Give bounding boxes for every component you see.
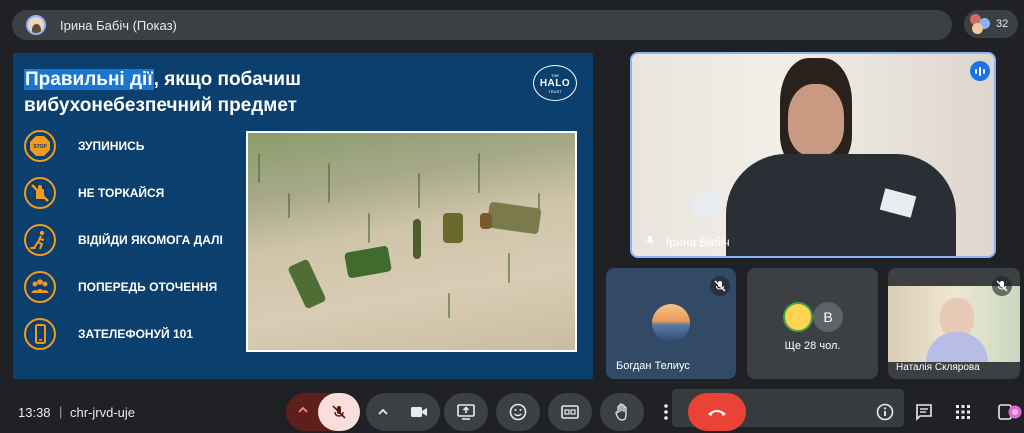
camera-icon <box>411 407 427 417</box>
speaker-body <box>726 154 956 256</box>
rule-item: ВІДІЙДИ ЯКОМОГА ДАЛІ <box>24 224 223 256</box>
meeting-info-button[interactable] <box>873 400 897 424</box>
rule-label: ЗАТЕЛЕФОНУЙ 101 <box>78 327 194 341</box>
meet-window: Ірина Бабіч (Показ) 32 Правильні дії, як… <box>0 0 1024 433</box>
participant-name: Наталія Склярова <box>896 362 980 373</box>
chevron-up-icon[interactable] <box>296 403 310 422</box>
participant-avatar <box>783 302 813 332</box>
slide-title-highlight: Правильні дії <box>24 69 154 90</box>
speaker-name: Ірина Бабіч <box>666 235 730 249</box>
mic-off-icon <box>710 276 730 296</box>
mic-control-group <box>286 393 360 431</box>
halo-trust-logo: THE HALO TRUST <box>533 65 577 101</box>
participant-name: Богдан Телиус <box>616 360 690 372</box>
participants-avatars-icon <box>970 14 992 34</box>
leave-call-button[interactable] <box>688 393 746 431</box>
rule-item: ПОПЕРЕДЬ ОТОЧЕННЯ <box>24 271 217 303</box>
participant-tile[interactable]: Наталія Склярова <box>888 268 1020 379</box>
participant-avatar <box>652 304 690 342</box>
mic-off-icon <box>992 276 1012 296</box>
activities-button[interactable] <box>951 400 975 424</box>
speaking-indicator-icon <box>970 61 990 81</box>
captions-button[interactable] <box>548 393 592 431</box>
more-participants-tile[interactable]: B Ще 28 чол. <box>747 268 878 379</box>
present-button[interactable] <box>444 393 488 431</box>
phone-icon <box>24 318 56 350</box>
brain-extension-icon <box>998 404 1022 420</box>
hang-up-icon <box>708 410 726 416</box>
presentation-slide: Правильні дії, якщо побачиш вибухонебезп… <box>13 53 593 379</box>
rule-label: ЗУПИНИСЬ <box>78 139 145 153</box>
ordnance-photo <box>246 131 577 352</box>
more-vert-icon <box>664 404 668 420</box>
emoji-icon <box>509 403 527 421</box>
presenter-title: Ірина Бабіч (Показ) <box>60 17 177 33</box>
svg-text:STOP: STOP <box>33 144 47 150</box>
rule-label: ПОПЕРЕДЬ ОТОЧЕННЯ <box>78 280 218 294</box>
people-icon <box>24 271 56 303</box>
clock: 13:38 <box>18 405 51 420</box>
rule-label: ВІДІЙДИ ЯКОМОГА ДАЛІ <box>78 233 223 247</box>
apps-grid-icon <box>956 405 970 419</box>
main-speaker-tile[interactable]: Ірина Бабіч <box>630 52 996 258</box>
participant-tile[interactable]: Богдан Телиус <box>606 268 736 379</box>
no-touch-icon <box>24 177 56 209</box>
meeting-code: chr-jrvd-uje <box>70 405 136 420</box>
participant-avatar-letter: B <box>813 302 843 332</box>
chat-button[interactable] <box>912 400 936 424</box>
walk-away-icon <box>24 224 56 256</box>
uk-flag-patch <box>689 189 723 221</box>
chevron-up-icon[interactable] <box>376 405 390 424</box>
mic-off-icon <box>332 405 346 419</box>
mic-toggle-button[interactable] <box>318 393 360 431</box>
host-controls-button[interactable] <box>996 400 1024 424</box>
slide-title-rest: , якщо побачиш <box>153 69 301 90</box>
camera-control-group <box>366 393 440 431</box>
rule-item: STOP ЗУПИНИСЬ <box>24 130 144 162</box>
hand-icon <box>615 403 627 421</box>
camera-toggle-button[interactable] <box>398 393 440 431</box>
chat-icon <box>916 404 932 421</box>
pin-icon[interactable] <box>644 235 656 247</box>
stop-sign-icon: STOP <box>24 130 56 162</box>
slide-title-line2: вибухонебезпечний предмет <box>24 95 297 116</box>
more-participants-label: Ще 28 чол. <box>784 340 841 352</box>
presentation-bar[interactable]: Ірина Бабіч (Показ) <box>12 10 952 40</box>
rule-label: НЕ ТОРКАЙСЯ <box>78 186 165 200</box>
present-screen-icon <box>457 404 475 420</box>
slide-title: Правильні дії, якщо побачиш вибухонебезп… <box>24 67 301 119</box>
raise-hand-button[interactable] <box>600 393 644 431</box>
rule-item: НЕ ТОРКАЙСЯ <box>24 177 164 209</box>
presenter-avatar <box>26 15 46 35</box>
rule-item: ЗАТЕЛЕФОНУЙ 101 <box>24 318 193 350</box>
reactions-button[interactable] <box>496 393 540 431</box>
separator: | <box>59 404 63 419</box>
participants-button[interactable]: 32 <box>964 10 1018 38</box>
participants-count: 32 <box>996 18 1009 30</box>
captions-icon <box>561 405 579 419</box>
info-icon <box>876 403 894 421</box>
speaker-face <box>788 84 844 156</box>
